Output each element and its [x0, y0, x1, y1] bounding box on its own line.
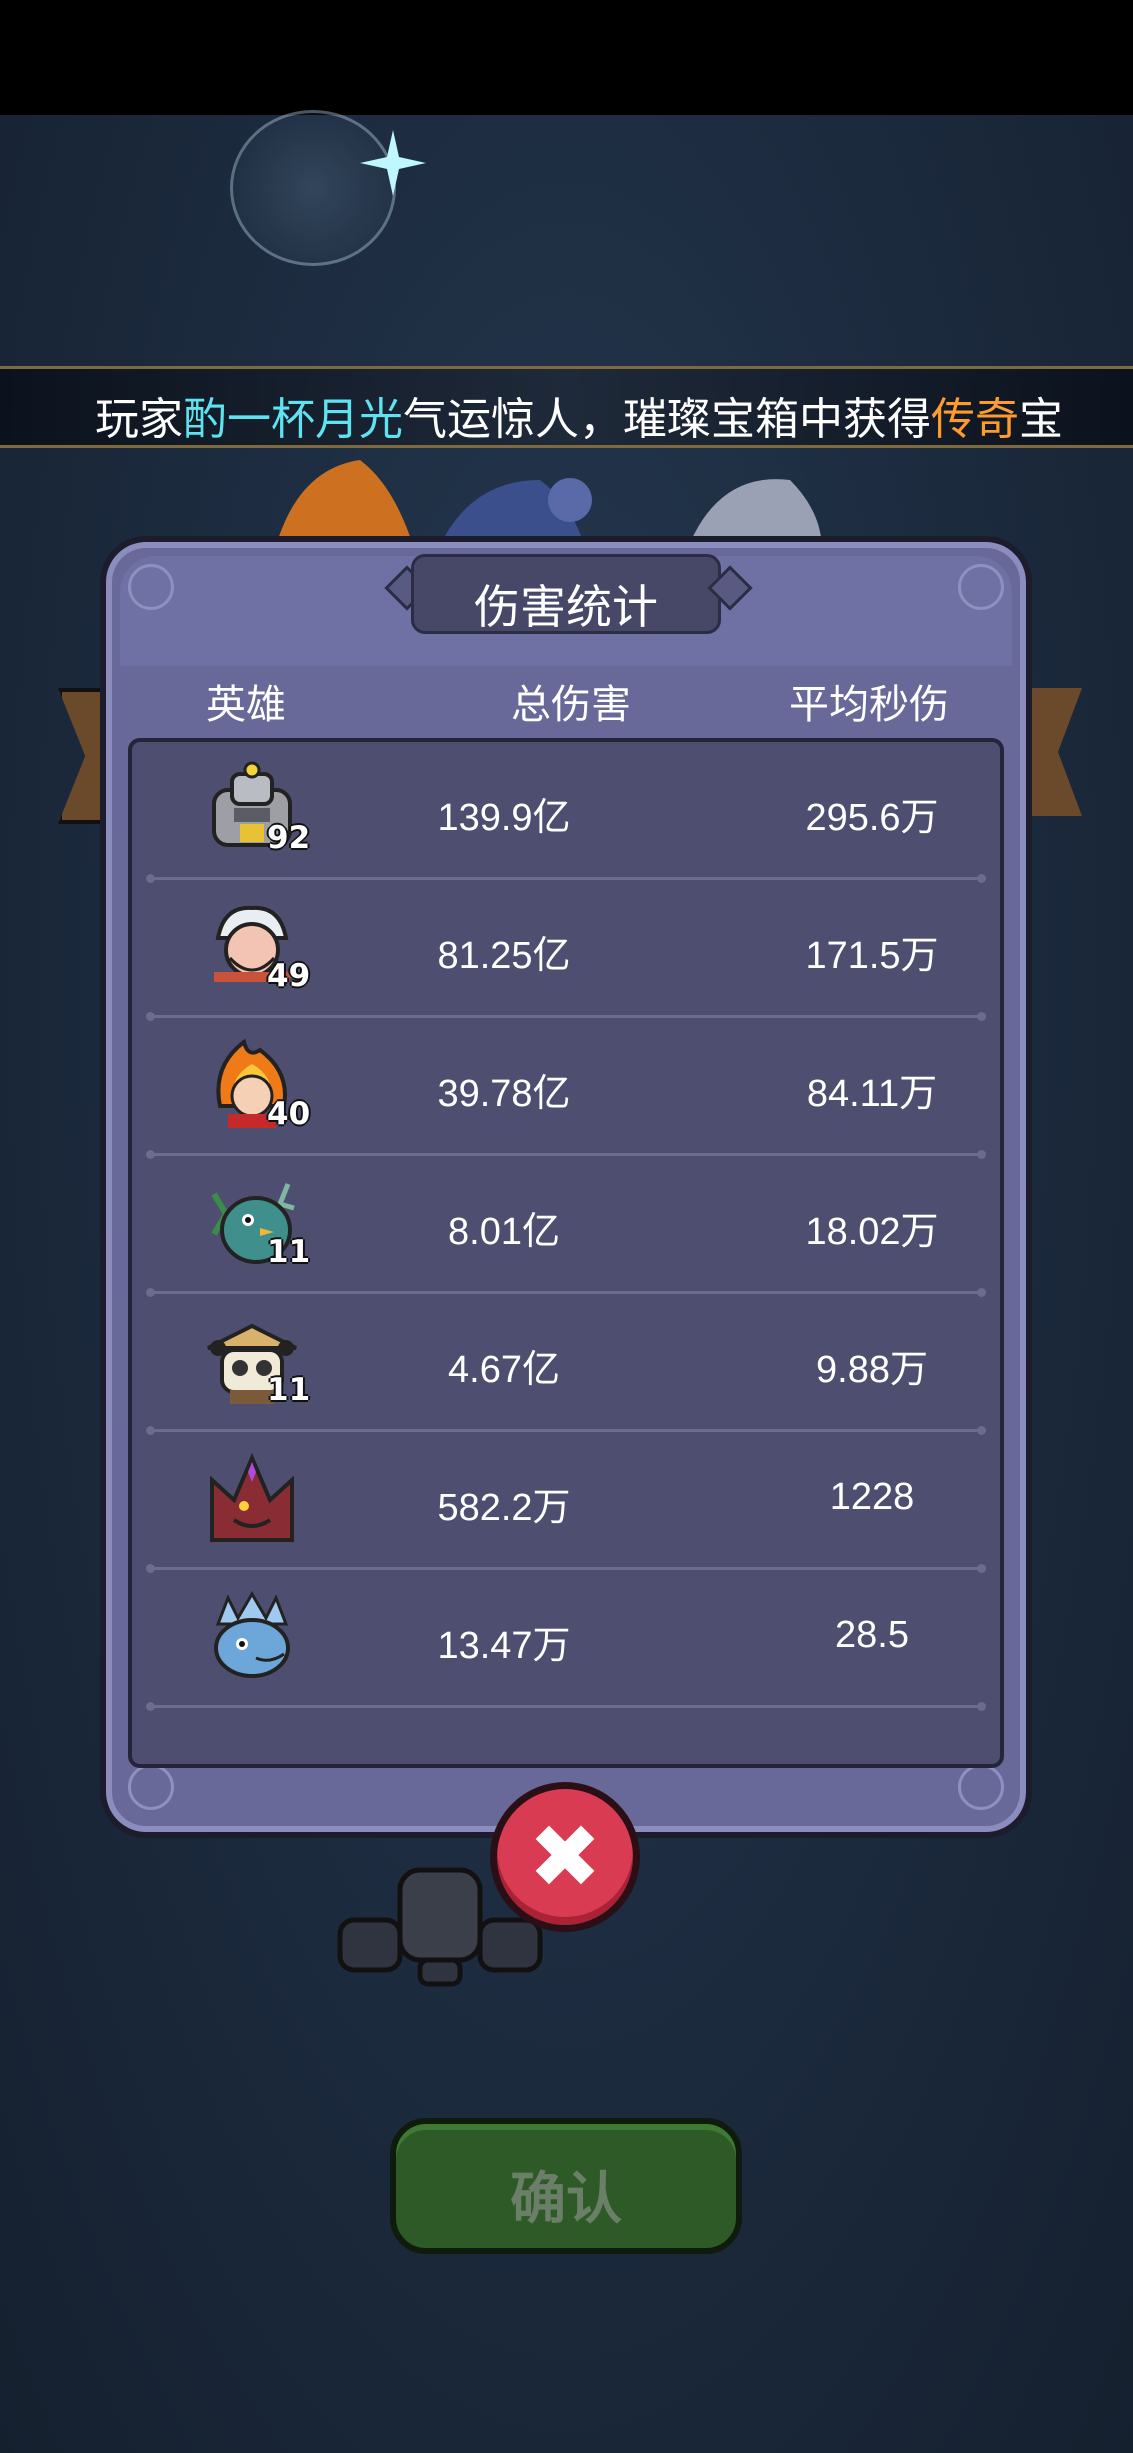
corner-ornament-icon: [958, 564, 1004, 610]
title-plate: 伤害统计: [411, 554, 721, 634]
column-header-hero: 英雄: [206, 683, 286, 727]
corner-ornament-icon: [958, 1764, 1004, 1810]
avg-dps-value: 9.88万: [816, 1349, 928, 1391]
announcement-prefix: 玩家: [95, 395, 183, 444]
sparkle-icon: [360, 130, 426, 196]
dialog-title: 伤害统计: [474, 581, 658, 633]
red-dragon-hero-icon: [210, 1452, 294, 1542]
avg-dps-value: 295.6万: [805, 797, 939, 839]
avg-dps-value: 84.11万: [806, 1073, 938, 1115]
table-row: 40 39.78亿 84.11万: [132, 1018, 1000, 1159]
avg-dps-value: 1228: [829, 1476, 915, 1518]
table-row: 92 139.9亿 295.6万: [132, 742, 1000, 883]
status-bar: [0, 0, 1133, 115]
announcement-suffix: 宝: [1019, 395, 1063, 444]
table-row: 49 81.25亿 171.5万: [132, 880, 1000, 1021]
total-damage-value: 4.67亿: [448, 1349, 560, 1391]
hero-level: 49: [267, 958, 311, 994]
table-row: 582.2万 1228: [132, 1432, 1000, 1573]
damage-table[interactable]: 92 139.9亿 295.6万 49 81.25亿 171.5万 40 39.…: [128, 738, 1004, 1768]
total-damage-value: 8.01亿: [448, 1211, 560, 1253]
total-damage-value: 582.2万: [437, 1487, 571, 1529]
avg-dps-value: 28.5: [835, 1614, 909, 1656]
total-damage-value: 81.25亿: [437, 935, 571, 977]
damage-stats-dialog: 伤害统计 英雄 总伤害 平均秒伤 92 139.9亿 295.6万 49 81.…: [100, 536, 1032, 1838]
close-button[interactable]: ✖: [490, 1782, 640, 1932]
total-damage-value: 139.9亿: [437, 797, 571, 839]
hero-level: 40: [267, 1096, 311, 1132]
ice-dragon-hero-icon: [214, 1591, 290, 1678]
hero-level: 92: [267, 820, 311, 856]
table-row: 11 8.01亿 18.02万: [132, 1156, 1000, 1297]
avg-dps-value: 18.02万: [805, 1211, 939, 1253]
confirm-button[interactable]: 确认: [390, 2118, 742, 2254]
total-damage-value: 13.47万: [437, 1625, 571, 1667]
hero-level: 11: [267, 1372, 311, 1408]
column-header-avg-dps: 平均秒伤: [789, 683, 949, 727]
column-header-total-damage: 总伤害: [511, 683, 631, 727]
avg-dps-value: 171.5万: [805, 935, 939, 977]
corner-ornament-icon: [128, 564, 174, 610]
rarity-label: 传奇: [931, 395, 1019, 444]
total-damage-value: 39.78亿: [437, 1073, 571, 1115]
close-icon: ✖: [528, 1807, 602, 1906]
table-row: 13.47万 28.5: [132, 1570, 1000, 1711]
row-divider: [146, 1702, 986, 1711]
hero-level: 11: [267, 1234, 311, 1270]
corner-ornament-icon: [128, 1764, 174, 1810]
confirm-button-label: 确认: [510, 2167, 622, 2230]
table-row: 11 4.67亿 9.88万: [132, 1294, 1000, 1435]
